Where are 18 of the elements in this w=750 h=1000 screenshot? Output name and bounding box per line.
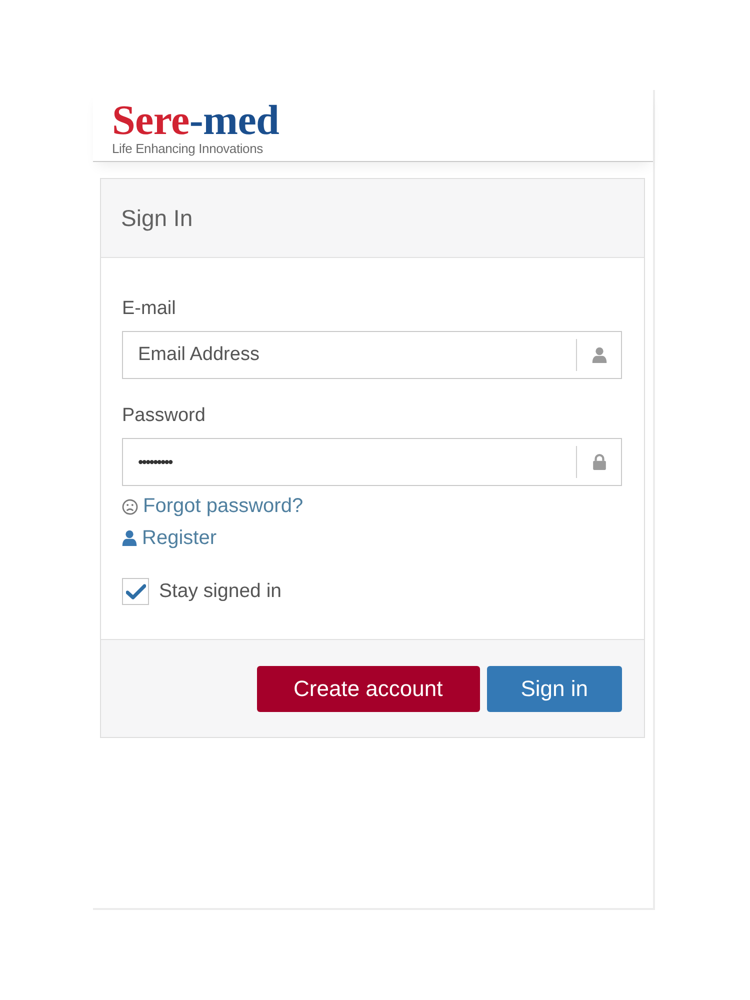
password-label: Password xyxy=(122,404,206,428)
password-field[interactable]: ••••••••• xyxy=(122,438,622,486)
logo-wordmark: Sere-med xyxy=(112,102,280,140)
email-field[interactable]: Email Address xyxy=(122,331,622,379)
checkbox[interactable] xyxy=(122,578,149,605)
frown-icon xyxy=(122,498,138,514)
email-label: E-mail xyxy=(122,297,176,321)
user-icon xyxy=(592,347,606,363)
lock-icon xyxy=(592,454,606,470)
register-link[interactable]: Register xyxy=(122,526,216,550)
logo-tagline: Life Enhancing Innovations xyxy=(112,141,263,156)
create-account-button[interactable]: Create account xyxy=(256,666,480,712)
card-title: Sign In xyxy=(121,204,193,232)
check-icon xyxy=(126,584,146,600)
sign-in-button[interactable]: Sign in xyxy=(486,666,622,712)
user-icon xyxy=(122,530,137,546)
forgot-password-link[interactable]: Forgot password? xyxy=(122,494,304,519)
checkbox-label[interactable]: Stay signed in xyxy=(159,579,282,604)
